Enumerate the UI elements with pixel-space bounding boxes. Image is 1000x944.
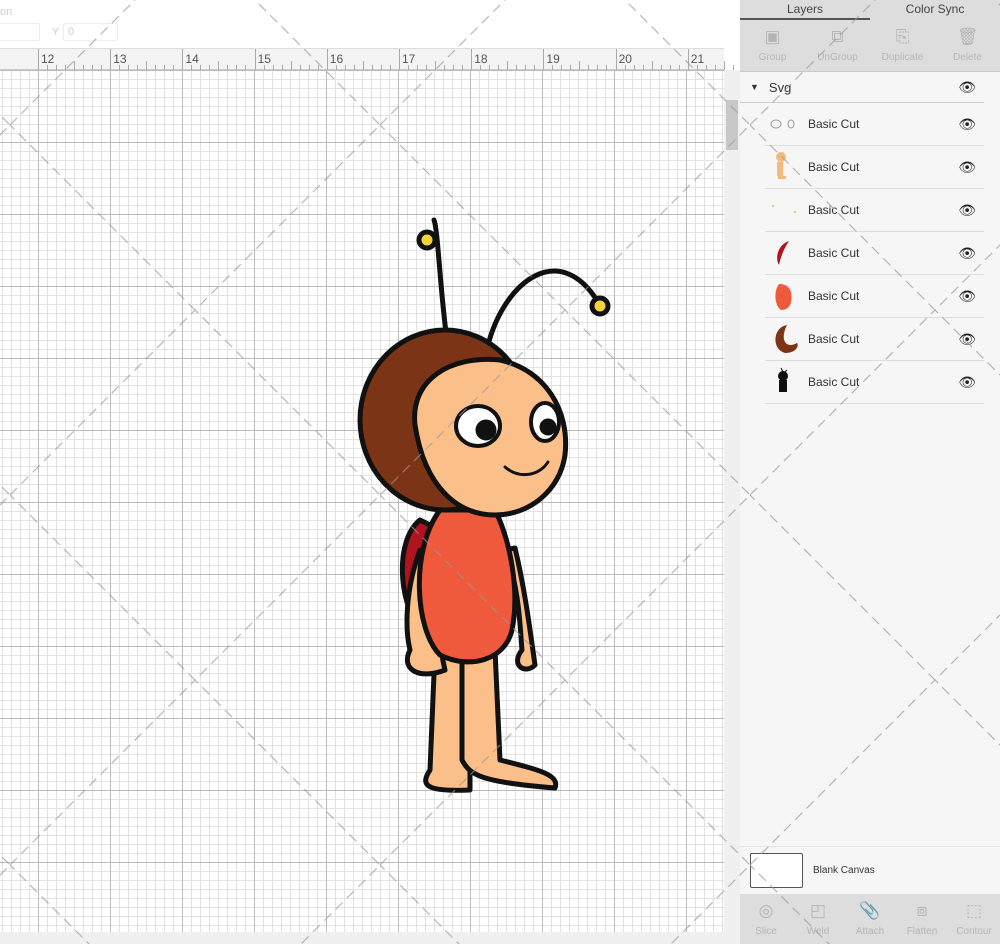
- ruler-major-tick: [326, 49, 328, 71]
- top-toolbar: on Y 0: [0, 0, 740, 48]
- contour-button[interactable]: ⬚ Contour: [948, 894, 1000, 944]
- layer-thumbnail: [765, 321, 801, 357]
- trash-icon: 🗑: [956, 27, 979, 46]
- layer-thumbnail: [765, 192, 801, 228]
- ruler-tick-label: 15: [257, 52, 271, 66]
- tool-label: Group: [758, 52, 787, 63]
- ruler-major-tick: [110, 49, 112, 71]
- group-name: Svg: [768, 79, 792, 95]
- ruler-major-tick: [38, 49, 39, 71]
- layers-panel: Layers Color Sync ▣ Group ⧉ UnGroup ⎘ Duplica…: [740, 0, 1000, 944]
- ruler-major-tick: [543, 49, 545, 71]
- contour-icon: ⬚: [965, 901, 983, 920]
- eye-icon[interactable]: 👁: [958, 374, 976, 391]
- tool-label: Weld: [806, 926, 830, 937]
- ungroup-icon: ⧉: [831, 27, 844, 46]
- attach-icon: 📎: [859, 901, 881, 920]
- ruler-major-tick: [399, 49, 400, 71]
- weld-button[interactable]: ◰ Weld: [792, 894, 844, 944]
- tool-label: Contour: [956, 926, 992, 937]
- tab-color-sync[interactable]: Color Sync: [870, 0, 1000, 20]
- layer-thumbnail: [765, 235, 801, 271]
- duplicate-icon: ⎘: [895, 27, 910, 46]
- vertical-scrollbar[interactable]: [724, 70, 740, 932]
- tool-label: Flatten: [906, 926, 938, 937]
- layer-item[interactable]: Basic Cut 👁: [765, 318, 984, 361]
- weld-icon: ◰: [809, 901, 827, 920]
- ruler-tick-label: 19: [546, 52, 560, 66]
- ruler-tick-label: 17: [402, 52, 416, 66]
- layer-thumbnail: [765, 278, 801, 314]
- ruler-tick-label: 14: [185, 52, 199, 66]
- blank-canvas-row[interactable]: Blank Canvas: [740, 846, 1000, 894]
- layer-item[interactable]: Basic Cut 👁: [765, 189, 984, 232]
- design-canvas[interactable]: [0, 70, 724, 932]
- ruler-major-tick: [615, 49, 617, 71]
- blank-canvas-label: Blank Canvas: [813, 865, 875, 876]
- layer-item[interactable]: Basic Cut 👁: [765, 361, 984, 404]
- ruler-major-tick: [254, 49, 256, 71]
- layer-thumbnail: [765, 106, 801, 142]
- ruler-tick-label: 12: [41, 52, 55, 66]
- group-icon: ▣: [764, 27, 781, 46]
- scroll-thumb[interactable]: [726, 100, 738, 150]
- ruler-tick-label: 20: [618, 52, 632, 66]
- eye-icon[interactable]: 👁: [958, 202, 976, 219]
- duplicate-button[interactable]: ⎘ Duplicate: [870, 20, 935, 71]
- eye-icon[interactable]: 👁: [958, 79, 976, 96]
- attach-button[interactable]: 📎 Attach: [844, 894, 896, 944]
- position-label: on: [0, 6, 13, 18]
- group-button[interactable]: ▣ Group: [740, 20, 805, 71]
- ruler-major-tick: [182, 49, 184, 71]
- delete-button[interactable]: 🗑 Delete: [935, 20, 1000, 71]
- eye-icon[interactable]: 👁: [958, 116, 976, 133]
- flatten-icon: ⧈: [916, 901, 928, 920]
- tab-layers[interactable]: Layers: [740, 0, 870, 20]
- layer-item[interactable]: Basic Cut 👁: [765, 146, 984, 189]
- ruler-major-tick: [471, 49, 473, 71]
- tool-label: Delete: [953, 52, 982, 63]
- layer-thumbnail: [765, 149, 801, 185]
- y-input[interactable]: 0: [63, 23, 118, 41]
- horizontal-scrollbar[interactable]: [0, 932, 740, 944]
- ruler-tick-label: 21: [690, 52, 705, 66]
- flatten-button[interactable]: ⧈ Flatten: [896, 894, 948, 944]
- canvas-swatch[interactable]: [750, 853, 803, 888]
- character-artwork[interactable]: [0, 70, 724, 932]
- eye-icon[interactable]: 👁: [958, 288, 976, 305]
- layer-group-svg[interactable]: ▼ Svg 👁: [740, 72, 984, 103]
- ruler-major-tick: [687, 49, 689, 71]
- horizontal-ruler: 12 13 14 15 16 17 18 19 20 21: [0, 48, 752, 71]
- tool-label: UnGroup: [817, 52, 858, 63]
- slice-icon: ◎: [758, 901, 774, 920]
- eye-icon[interactable]: 👁: [958, 331, 976, 348]
- antenna-tip: [589, 295, 611, 317]
- layer-item[interactable]: Basic Cut 👁: [765, 103, 984, 146]
- eye-icon[interactable]: 👁: [958, 245, 976, 262]
- eye-icon[interactable]: 👁: [958, 159, 976, 176]
- tool-label: Slice: [755, 926, 777, 937]
- y-label: Y: [52, 26, 60, 38]
- tool-label: Duplicate: [881, 52, 924, 63]
- ruler-tick-label: 16: [329, 52, 344, 66]
- tool-label: Attach: [855, 926, 885, 937]
- layer-item[interactable]: Basic Cut 👁: [765, 275, 984, 318]
- layer-thumbnail: [765, 364, 801, 400]
- ruler-tick-label: 18: [474, 52, 488, 66]
- caret-down-icon[interactable]: ▼: [750, 82, 759, 92]
- x-input[interactable]: [0, 23, 40, 41]
- slice-button[interactable]: ◎ Slice: [740, 894, 792, 944]
- ruler-tick-label: 13: [113, 52, 127, 66]
- layer-item[interactable]: Basic Cut 👁: [765, 232, 984, 275]
- antenna-tip: [416, 229, 438, 251]
- ungroup-button[interactable]: ⧉ UnGroup: [805, 20, 870, 71]
- body: [416, 507, 518, 665]
